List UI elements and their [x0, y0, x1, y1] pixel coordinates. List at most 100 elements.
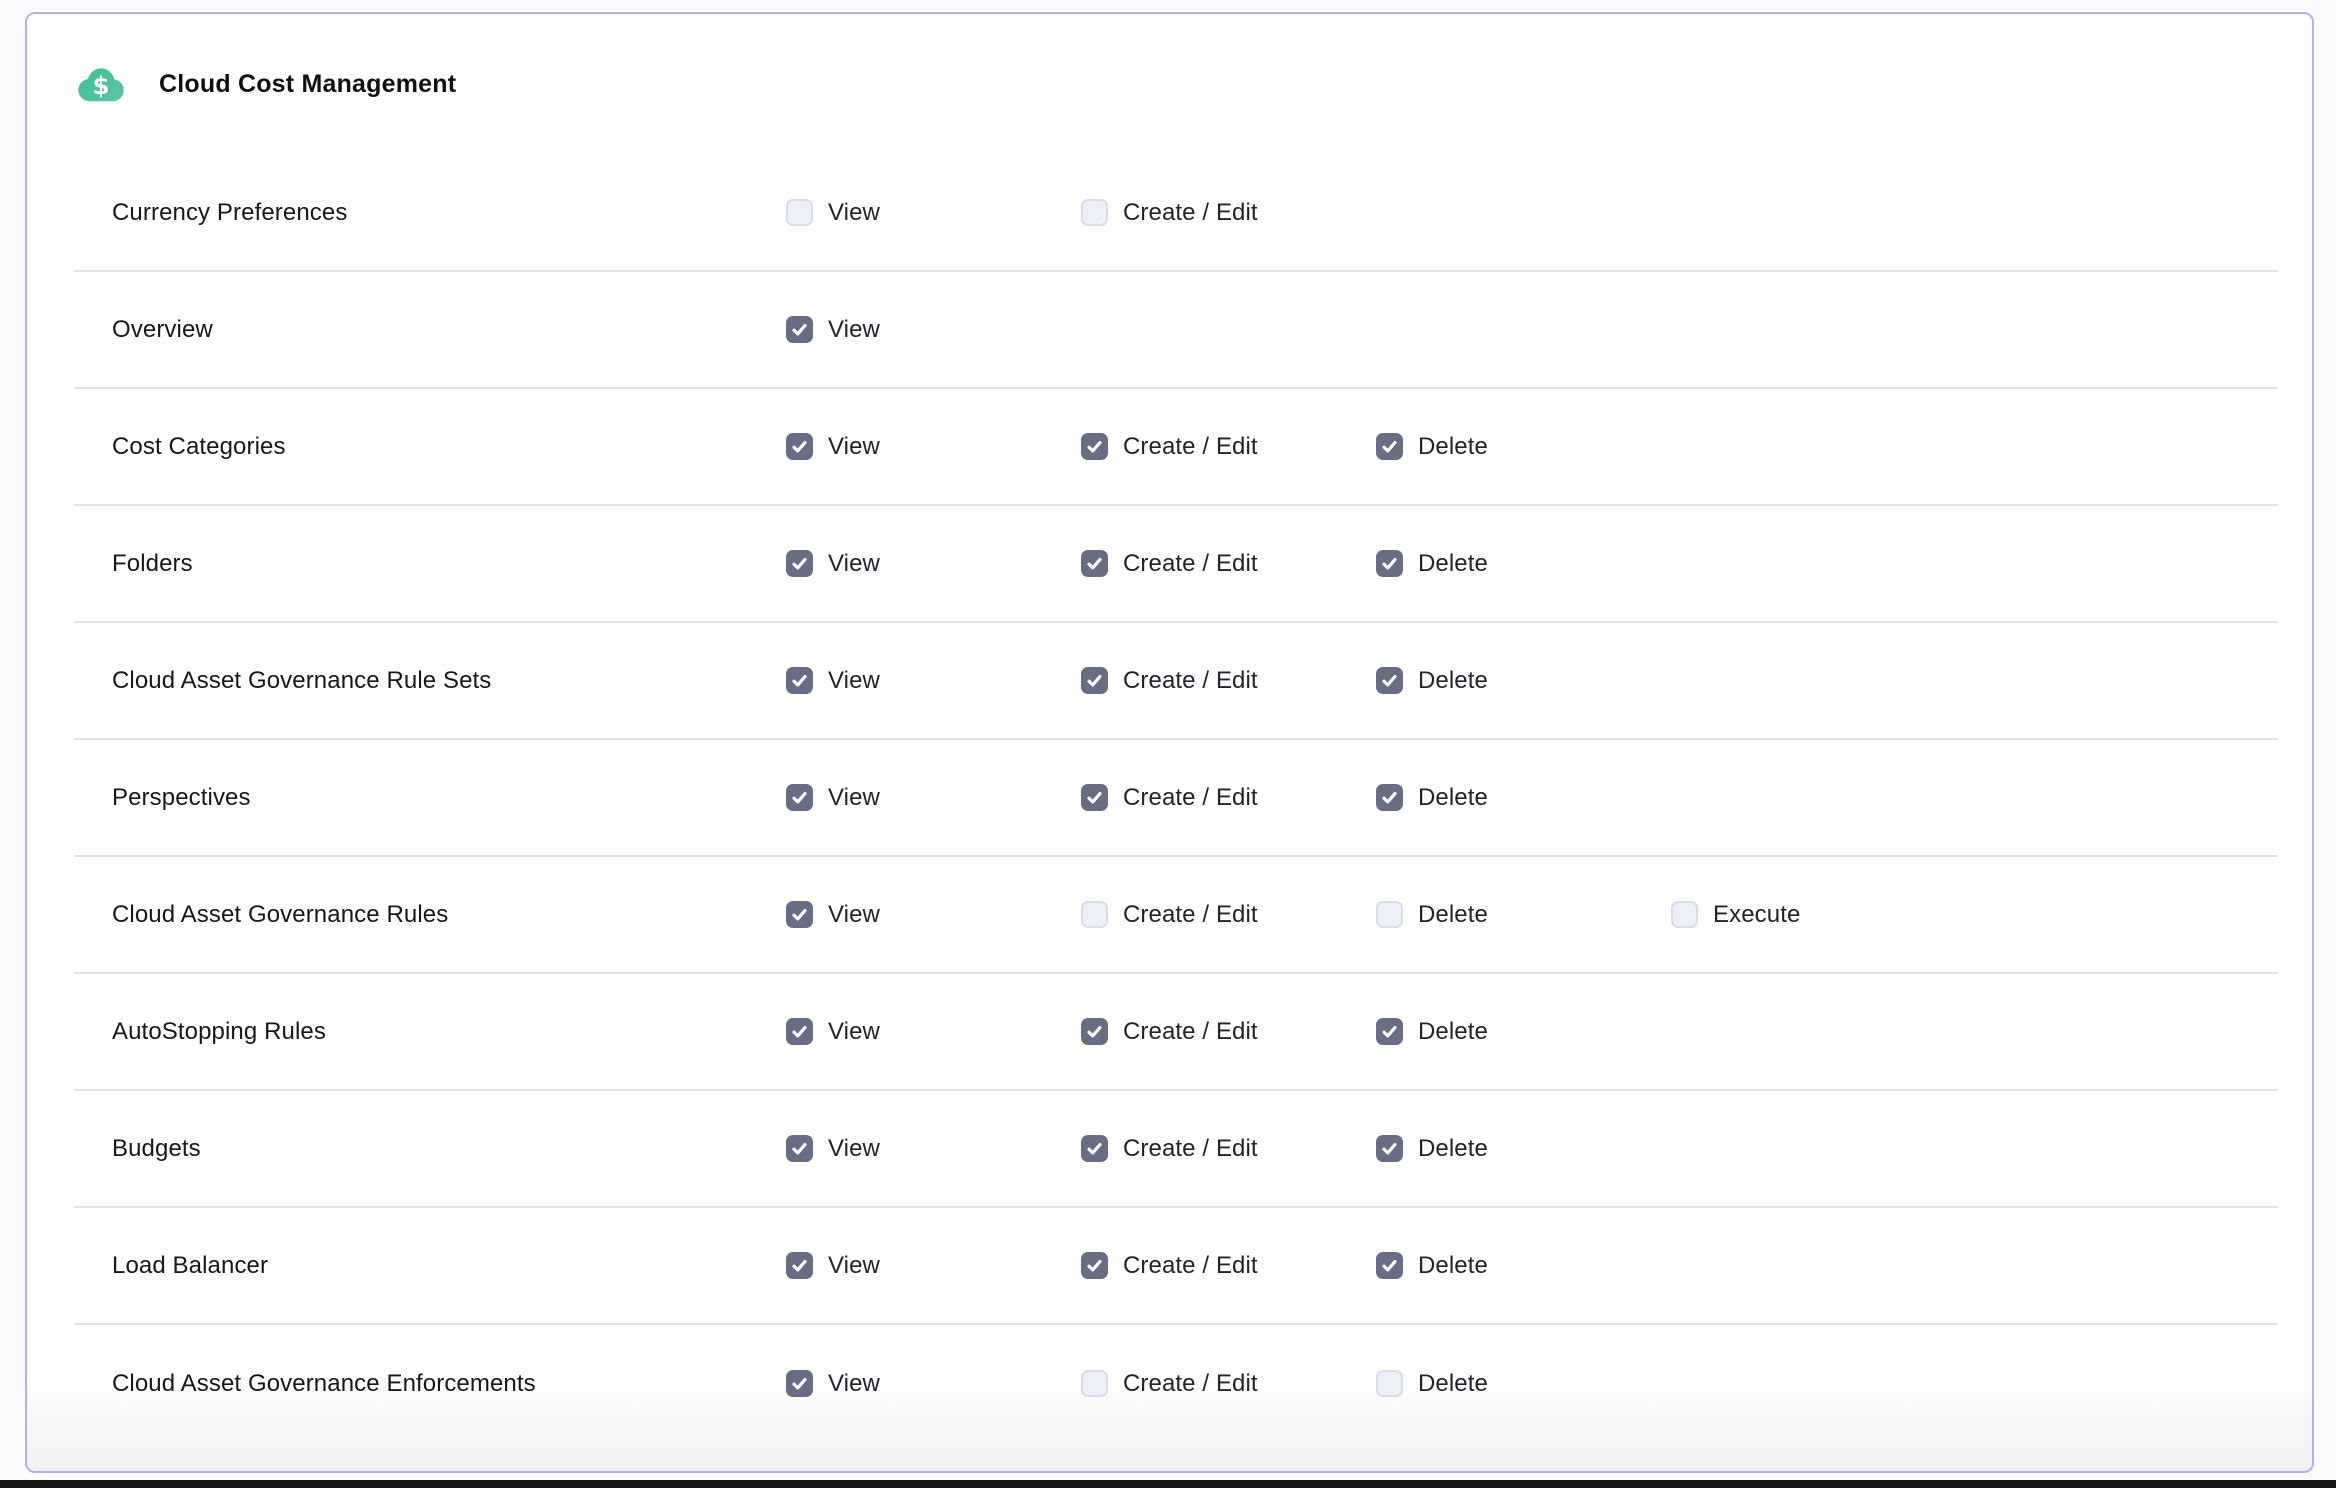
permission-checkbox-cell: View — [786, 667, 1081, 695]
resource-label: AutoStopping Rules — [112, 1018, 786, 1046]
permission-checkbox-cell: Delete — [1376, 550, 1671, 578]
checkbox-label: Delete — [1418, 1370, 1488, 1398]
checkbox-label: View — [828, 1252, 880, 1280]
checkbox-label: Create / Edit — [1123, 550, 1258, 578]
permission-row: Budgets View Create / Edit Delete — [74, 1091, 2278, 1208]
permission-checkbox-cell: Delete — [1376, 784, 1671, 812]
checkbox-label: Create / Edit — [1123, 1370, 1258, 1398]
checkbox-label: View — [828, 784, 880, 812]
resource-label: Cloud Asset Governance Enforcements — [112, 1370, 786, 1398]
permission-checkbox-cell: Create / Edit — [1081, 199, 1376, 227]
permission-checkbox-cell: View — [786, 1370, 1081, 1398]
checkmark-icon — [1085, 671, 1104, 690]
checkbox[interactable] — [1376, 1018, 1403, 1045]
resource-label: Folders — [112, 550, 786, 578]
resource-label: Currency Preferences — [112, 199, 786, 227]
checkbox[interactable] — [1671, 901, 1698, 928]
permission-row: Cloud Asset Governance Rules View Create… — [74, 857, 2278, 974]
checkmark-icon — [790, 1139, 809, 1158]
checkmark-icon — [790, 437, 809, 456]
checkbox[interactable] — [1376, 433, 1403, 460]
checkbox-label: View — [828, 316, 880, 344]
permission-checkbox-cell: View — [786, 1135, 1081, 1163]
permission-checkbox-cell: Delete — [1376, 667, 1671, 695]
checkbox-label: Delete — [1418, 901, 1488, 929]
checkmark-icon — [790, 554, 809, 573]
permission-checkbox-cell: Create / Edit — [1081, 1018, 1376, 1046]
checkbox[interactable] — [1081, 199, 1108, 226]
permission-checkbox-cell: Execute — [1671, 901, 2278, 929]
resource-label: Cost Categories — [112, 433, 786, 461]
checkbox[interactable] — [1081, 550, 1108, 577]
permission-row: Perspectives View Create / Edit Delete — [74, 740, 2278, 857]
checkbox[interactable] — [786, 1135, 813, 1162]
checkbox[interactable] — [786, 316, 813, 343]
checkbox-label: View — [828, 901, 880, 929]
checkbox[interactable] — [786, 1018, 813, 1045]
checkbox[interactable] — [1081, 1135, 1108, 1162]
resource-label: Perspectives — [112, 784, 786, 812]
checkbox-label: Delete — [1418, 1135, 1488, 1163]
checkbox-label: Create / Edit — [1123, 1252, 1258, 1280]
checkbox[interactable] — [786, 1252, 813, 1279]
checkbox-label: Delete — [1418, 433, 1488, 461]
permission-checkbox-cell: Create / Edit — [1081, 667, 1376, 695]
checkbox-label: Create / Edit — [1123, 784, 1258, 812]
cloud-dollar-icon: $ — [75, 64, 127, 106]
checkbox-label: Delete — [1418, 1252, 1488, 1280]
checkbox[interactable] — [1081, 433, 1108, 460]
checkmark-icon — [790, 788, 809, 807]
permission-row: Currency Preferences View Create / Edit — [74, 155, 2278, 272]
permission-checkbox-cell: Delete — [1376, 901, 1671, 929]
checkbox[interactable] — [1376, 784, 1403, 811]
checkbox[interactable] — [786, 199, 813, 226]
permission-checkbox-cell: Create / Edit — [1081, 1135, 1376, 1163]
checkbox[interactable] — [1376, 550, 1403, 577]
checkmark-icon — [790, 671, 809, 690]
permission-row: Folders View Create / Edit Delete — [74, 506, 2278, 623]
permission-row: Cloud Asset Governance Rule Sets View Cr… — [74, 623, 2278, 740]
checkbox[interactable] — [1376, 1370, 1403, 1397]
checkmark-icon — [1085, 1256, 1104, 1275]
checkbox-label: Create / Edit — [1123, 667, 1258, 695]
checkmark-icon — [1085, 1022, 1104, 1041]
checkbox-label: Execute — [1713, 901, 1800, 929]
permission-checkbox-cell: View — [786, 901, 1081, 929]
checkbox-label: Delete — [1418, 784, 1488, 812]
checkbox-label: Delete — [1418, 1018, 1488, 1046]
checkbox[interactable] — [1376, 901, 1403, 928]
checkmark-icon — [790, 1256, 809, 1275]
permission-checkbox-cell: View — [786, 316, 1081, 344]
checkbox[interactable] — [1081, 1370, 1108, 1397]
checkbox[interactable] — [786, 1370, 813, 1397]
permission-checkbox-cell: Delete — [1376, 1252, 1671, 1280]
checkmark-icon — [1380, 1256, 1399, 1275]
permission-checkbox-cell: Delete — [1376, 433, 1671, 461]
checkmark-icon — [1380, 1139, 1399, 1158]
checkbox[interactable] — [1081, 667, 1108, 694]
permission-row: Cost Categories View Create / Edit Delet… — [74, 389, 2278, 506]
checkbox[interactable] — [1081, 784, 1108, 811]
permission-row: Load Balancer View Create / Edit Delete — [74, 1208, 2278, 1325]
checkbox-label: Delete — [1418, 550, 1488, 578]
checkbox[interactable] — [1081, 1018, 1108, 1045]
checkbox[interactable] — [786, 667, 813, 694]
resource-label: Load Balancer — [112, 1252, 786, 1280]
checkmark-icon — [790, 1374, 809, 1393]
checkbox[interactable] — [1081, 1252, 1108, 1279]
checkbox[interactable] — [1376, 667, 1403, 694]
permission-checkbox-cell: View — [786, 1252, 1081, 1280]
checkbox[interactable] — [1081, 901, 1108, 928]
checkbox-label: View — [828, 433, 880, 461]
panel-title: Cloud Cost Management — [159, 70, 456, 99]
checkbox[interactable] — [786, 550, 813, 577]
checkbox[interactable] — [1376, 1252, 1403, 1279]
checkbox[interactable] — [1376, 1135, 1403, 1162]
checkmark-icon — [1085, 1139, 1104, 1158]
checkbox[interactable] — [786, 784, 813, 811]
screen: $ Cloud Cost Management Currency Prefere… — [0, 0, 2336, 1488]
panel-header: $ Cloud Cost Management — [27, 14, 2312, 155]
checkbox[interactable] — [786, 901, 813, 928]
bottom-edge-strip — [0, 1480, 2336, 1488]
checkbox[interactable] — [786, 433, 813, 460]
